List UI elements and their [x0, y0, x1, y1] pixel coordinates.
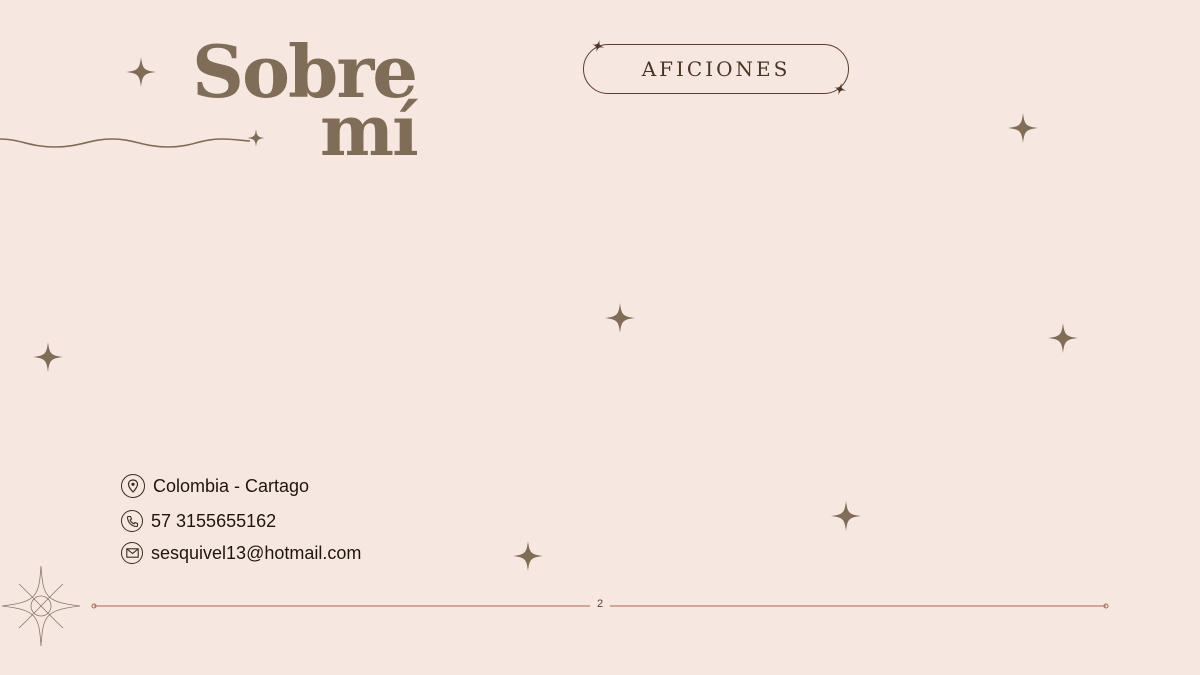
contact-email: sesquivel13@hotmail.com: [121, 542, 361, 564]
sparkle-icon: [33, 342, 63, 372]
phone-icon: [121, 510, 143, 532]
sparkle-icon: [605, 303, 635, 333]
contact-phone: 57 3155655162: [121, 510, 276, 532]
contact-phone-text: 57 3155655162: [151, 510, 277, 531]
page-title-line2: mí: [320, 89, 419, 172]
location-pin-icon: [121, 474, 145, 498]
sparkle-icon: [1048, 323, 1078, 353]
page-number: 2: [590, 598, 610, 610]
sparkle-icon: [831, 501, 861, 531]
compass-star-decoration: [1, 565, 81, 647]
contact-location-text: Colombia - Cartago: [153, 475, 310, 496]
aficiones-label: AFICIONES: [641, 57, 791, 81]
wavy-line-decoration: [0, 138, 251, 148]
sparkle-icon: [247, 129, 265, 147]
sparkle-decoration-layer: [0, 38, 1109, 647]
sparkle-icon: [126, 57, 156, 87]
mail-icon: [121, 542, 143, 564]
aficiones-pill: AFICIONES: [583, 44, 849, 94]
contact-location: Colombia - Cartago: [121, 474, 309, 498]
sparkle-icon: [1008, 113, 1038, 143]
sparkle-icon: [513, 541, 543, 571]
contact-email-text: sesquivel13@hotmail.com: [151, 542, 362, 563]
